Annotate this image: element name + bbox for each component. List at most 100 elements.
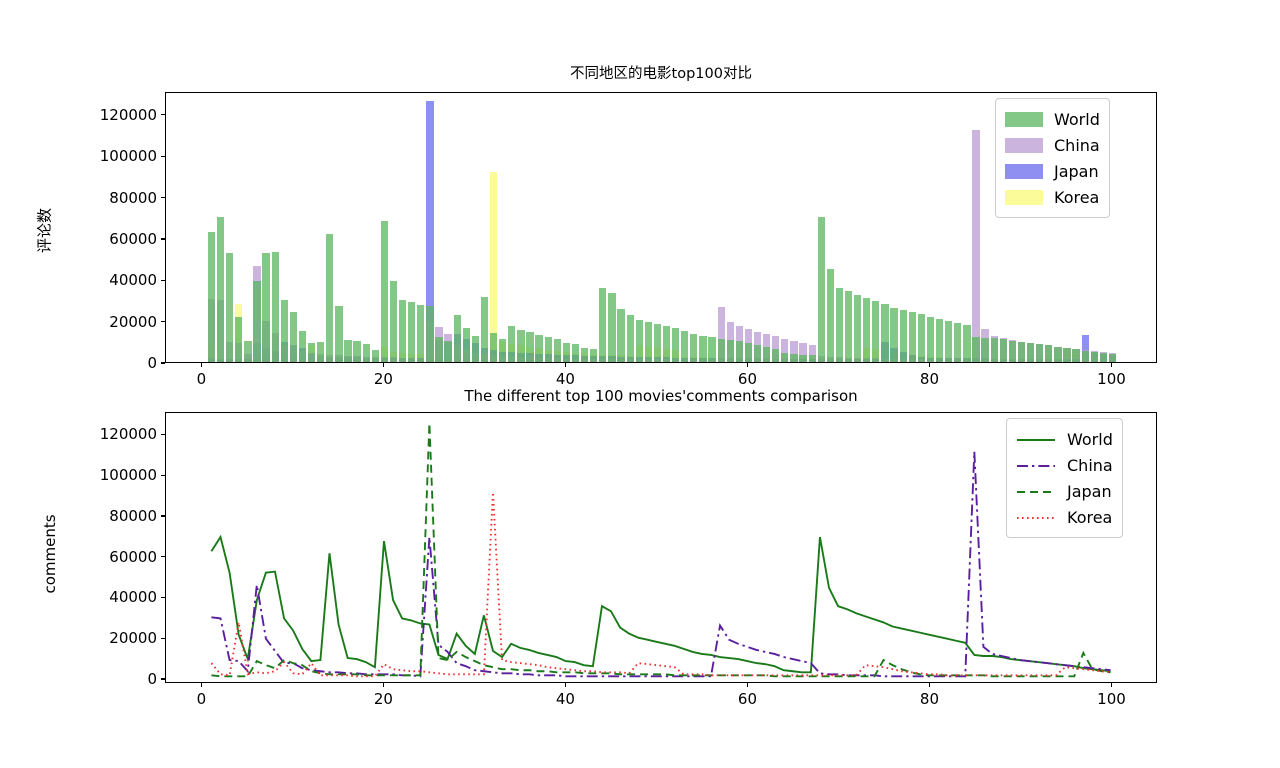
bottom-chart-ytick-label: 0 xyxy=(147,669,157,688)
bar-world xyxy=(990,338,998,362)
bottom-chart-legend[interactable]: World China Japan Korea xyxy=(1006,418,1123,538)
top-chart-ylabel: 评论数 xyxy=(35,208,54,254)
legend-swatch-icon xyxy=(1005,189,1043,205)
bar-world xyxy=(854,294,862,362)
legend-item-label: Japan xyxy=(1054,161,1099,181)
legend-line-icon xyxy=(1016,432,1056,446)
top-chart-xtick-mark xyxy=(746,363,749,367)
bar-world xyxy=(945,320,953,362)
bar-world xyxy=(890,308,898,362)
top-chart-xtick-mark xyxy=(1110,363,1113,367)
bar-world xyxy=(1036,344,1044,362)
bar-world xyxy=(817,217,825,362)
legend-item-japan[interactable]: Japan xyxy=(1016,478,1113,504)
bar-world xyxy=(999,339,1007,362)
bar-world xyxy=(681,330,689,362)
bar-world xyxy=(972,337,980,362)
bottom-chart-xtick-label: 60 xyxy=(737,690,757,708)
bar-world xyxy=(417,305,425,362)
bar-world xyxy=(717,339,725,362)
legend-item-china[interactable]: China xyxy=(1005,132,1100,158)
bar-world xyxy=(599,287,607,362)
bar-world xyxy=(499,339,507,362)
legend-item-label: Korea xyxy=(1054,187,1100,207)
bar-world xyxy=(526,332,534,362)
legend-item-world[interactable]: World xyxy=(1005,106,1100,132)
bottom-chart-xtick-mark xyxy=(382,683,385,687)
bar-world xyxy=(289,312,298,362)
top-chart-ytick-label: 60000 xyxy=(109,229,157,248)
bar-world xyxy=(1108,353,1117,362)
top-chart-xtick-label: 80 xyxy=(919,370,940,388)
top-chart-legend[interactable]: World China Japan Korea xyxy=(995,98,1110,218)
bar-world xyxy=(1099,352,1108,362)
top-chart-ytick-mark xyxy=(161,279,165,281)
top-chart-ytick-mark xyxy=(161,362,165,364)
bar-world xyxy=(508,325,516,362)
bar-world xyxy=(644,321,652,362)
top-chart-xtick-label: 60 xyxy=(737,370,757,388)
bar-world xyxy=(216,217,225,362)
bar-world xyxy=(389,281,398,362)
bar-world xyxy=(280,299,288,362)
bar-world xyxy=(744,343,753,362)
bottom-chart-ytick-label: 20000 xyxy=(109,629,157,648)
legend-item-label: Japan xyxy=(1067,481,1112,501)
bottom-chart-ytick-mark xyxy=(161,596,165,599)
bar-world xyxy=(480,296,489,362)
bar-world xyxy=(426,306,434,362)
top-chart-xtick-label: 0 xyxy=(196,370,207,388)
legend-item-japan[interactable]: Japan xyxy=(1005,158,1100,184)
bottom-chart-xtick-label: 80 xyxy=(919,690,940,708)
bar-world xyxy=(763,346,771,362)
bar-world xyxy=(917,314,925,362)
legend-item-world[interactable]: World xyxy=(1016,426,1113,452)
bottom-chart-xtick-label: 0 xyxy=(196,690,207,708)
bar-world xyxy=(408,302,416,362)
bar-world xyxy=(899,310,907,362)
bar-world xyxy=(553,339,561,362)
top-chart-ytick-label: 40000 xyxy=(109,271,157,290)
top-chart-title: 不同地区的电影top100对比 xyxy=(570,66,752,82)
bar-world xyxy=(963,324,971,362)
bar-world xyxy=(571,344,580,362)
bar-world xyxy=(271,252,279,362)
bar-world xyxy=(262,253,270,362)
bar-world xyxy=(799,354,807,362)
bar-world xyxy=(1063,347,1071,362)
bar-world xyxy=(581,347,589,362)
legend-line-icon xyxy=(1016,484,1056,498)
top-chart-xtick-label: 100 xyxy=(1097,370,1126,388)
bar-world xyxy=(1054,346,1062,362)
bar-world xyxy=(863,297,871,362)
matplotlib-figure: 不同地区的电影top100对比 评论数 0 20000 40000 60000 80 0 0… xyxy=(0,0,1280,768)
top-chart-ytick-mark xyxy=(161,321,165,323)
bottom-chart-ytick-mark xyxy=(161,515,165,517)
bar-world xyxy=(690,334,698,362)
line-world xyxy=(210,534,1111,674)
legend-line-icon xyxy=(1016,510,1056,524)
bar-world xyxy=(1045,345,1053,362)
top-chart-ytick-mark xyxy=(161,155,165,157)
bottom-chart-xtick-mark xyxy=(1110,683,1113,687)
top-chart-ytick-label: 20000 xyxy=(109,312,157,331)
top-chart-ytick-mark xyxy=(161,114,165,116)
bottom-chart-xtick-mark xyxy=(746,683,749,687)
bottom-chart-xtick-mark xyxy=(564,683,567,687)
bar-world xyxy=(453,315,461,362)
top-chart-ytick-label: 100000 xyxy=(99,147,157,166)
bar-world xyxy=(1026,343,1035,362)
bar-world xyxy=(207,231,216,362)
top-chart-xtick-label: 40 xyxy=(555,370,575,388)
top-chart-xtick-mark xyxy=(382,363,385,367)
bottom-chart-xtick-label: 40 xyxy=(555,690,575,708)
legend-item-china[interactable]: China xyxy=(1016,452,1113,478)
bar-world xyxy=(535,335,543,362)
bottom-chart-ytick-label: 100000 xyxy=(99,466,157,485)
bar-world xyxy=(954,322,962,362)
bar-world xyxy=(1081,350,1089,362)
bar-world xyxy=(298,330,307,362)
legend-item-korea[interactable]: Korea xyxy=(1005,184,1100,210)
legend-item-korea[interactable]: Korea xyxy=(1016,504,1113,530)
bar-world xyxy=(935,318,944,362)
